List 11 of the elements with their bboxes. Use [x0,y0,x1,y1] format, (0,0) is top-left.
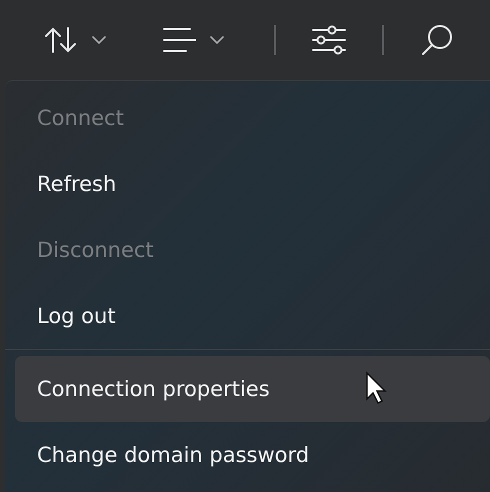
mouse-pointer-icon [365,371,387,405]
search-icon [420,23,454,57]
caret-icon [92,36,106,44]
menu-item[interactable]: Refresh [15,151,490,217]
menu-item[interactable]: Connection properties [15,356,490,422]
caret-icon [210,36,224,44]
menu-item[interactable]: Log out [15,283,490,349]
sort-arrows-icon [44,26,78,54]
menu-item[interactable]: Change domain password [15,422,490,488]
lines-icon [162,26,196,54]
settings-sliders-icon [312,25,346,55]
